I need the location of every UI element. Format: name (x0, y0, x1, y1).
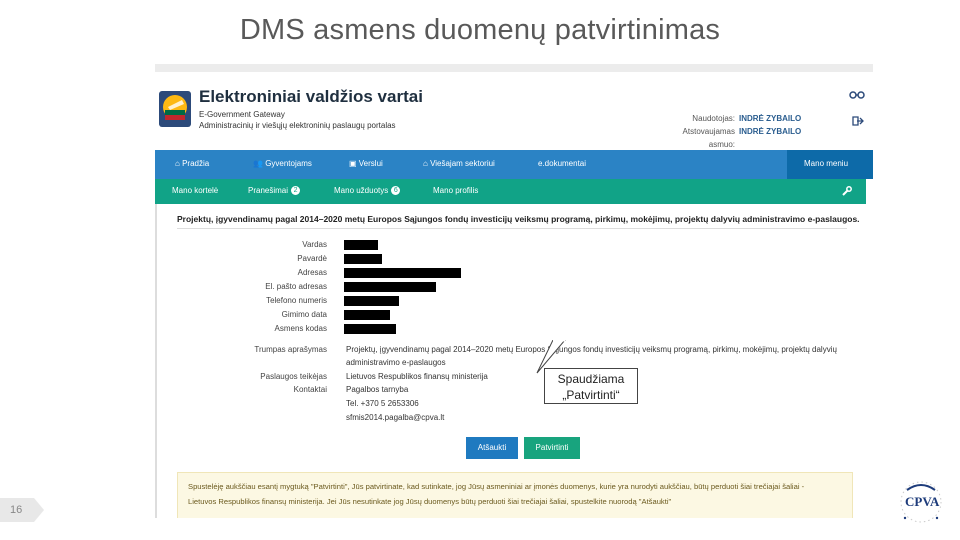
slide-title: DMS asmens duomenų patvirtinimas (239, 14, 721, 46)
redacted-value (344, 254, 382, 264)
briefcase-icon: ▣ (349, 159, 359, 168)
portal-header: Elektroniniai valdžios vartai E-Governme… (155, 72, 873, 150)
portal-screenshot: Elektroniniai valdžios vartai E-Governme… (155, 64, 873, 518)
redacted-value (344, 282, 436, 292)
redacted-value (344, 268, 461, 278)
contact-line-3[interactable]: sfmis2014.pagalba@cpva.lt (346, 413, 444, 422)
consent-notice: Spustelėję aukščiau esantį mygtuką "Patv… (177, 472, 853, 518)
notification-badge: 2 (291, 186, 301, 196)
portal-subtitle-lt: Administracinių ir viešųjų elektroninių … (199, 121, 396, 130)
contact-line-2: Tel. +370 5 2653306 (346, 399, 419, 408)
user-value[interactable]: INDRĖ ZYBAILO (739, 112, 801, 125)
cancel-button[interactable]: Atšaukti (466, 437, 518, 459)
scope-label: Trumpas aprašymas (254, 345, 327, 354)
user-labels: Naudotojas: Atstovaujamas asmuo: (675, 112, 735, 151)
logout-icon[interactable] (852, 116, 864, 126)
nav-pradzia[interactable]: ⌂ Pradžia (175, 159, 209, 168)
wrench-icon[interactable] (841, 186, 852, 197)
glasses-icon[interactable] (849, 90, 865, 100)
user-label: Naudotojas: (692, 114, 735, 123)
subnav-mano-uzduotys[interactable]: Mano užduotys 6 (334, 186, 401, 196)
contacts-label: Kontaktai (293, 385, 327, 394)
cpva-logo: CPVA (895, 478, 947, 528)
provider-label: Paslaugos teikėjas (260, 372, 327, 381)
nav-verslui[interactable]: ▣ Verslui (349, 159, 383, 168)
notice-line-1: Spustelėję aukščiau esantį mygtuką "Patv… (188, 482, 805, 491)
field-label-pavarde: Pavardė (297, 254, 327, 263)
nav-gyventojams[interactable]: 👥 Gyventojams (253, 159, 312, 168)
redacted-value (344, 310, 390, 320)
top-strip (155, 64, 873, 72)
scope-line-2: administravimo e-paslaugos (346, 358, 446, 367)
contact-line-1: Pagalbos tarnyba (346, 385, 409, 394)
redacted-value (344, 324, 396, 334)
nav-viesajam-sektoriui[interactable]: ⌂ Viešajam sektoriui (423, 159, 495, 168)
callout-line-2: „Patvirtinti“ (562, 388, 620, 402)
home-icon: ⌂ (175, 159, 183, 168)
field-label-personal-code: Asmens kodas (274, 324, 327, 333)
subnav-pranesimai[interactable]: Pranešimai 2 (248, 186, 301, 196)
portal-brand[interactable]: Elektroniniai valdžios vartai (199, 87, 423, 107)
redacted-value (344, 296, 399, 306)
represented-label: Atstovaujamas asmuo: (682, 127, 735, 149)
page-number: 16 (10, 504, 23, 516)
nav-mano-meniu[interactable]: Mano meniu (804, 159, 848, 168)
user-values: INDRĖ ZYBAILO INDRĖ ZYBAILO (739, 112, 801, 138)
field-label-phone: Telefono numeris (266, 296, 327, 305)
subnav-mano-profilis[interactable]: Mano profilis (433, 186, 478, 195)
provider-value: Lietuvos Respublikos finansų ministerija (346, 372, 488, 381)
page-number-tab: 16 (0, 498, 44, 522)
represented-value[interactable]: INDRĖ ZYBAILO (739, 125, 801, 138)
tasks-badge: 6 (391, 186, 401, 196)
people-icon: 👥 (253, 159, 266, 168)
sub-nav: Mano kortelė Pranešimai 2 Mano užduotys 6 … (155, 179, 866, 204)
portal-subtitle-en: E-Government Gateway (199, 110, 285, 119)
field-label-email: El. pašto adresas (265, 282, 327, 291)
main-nav: ⌂ Pradžia 👥 Gyventojams ▣ Verslui ⌂ Vieš… (155, 150, 873, 179)
field-label-vardas: Vardas (302, 240, 327, 249)
building-icon: ⌂ (423, 159, 431, 168)
subnav-mano-kortele[interactable]: Mano kortelė (172, 186, 218, 195)
callout-pointer (536, 340, 566, 374)
nav-e-dokumentai[interactable]: e.dokumentai (538, 159, 586, 168)
confirm-button[interactable]: Patvirtinti (524, 437, 580, 459)
consent-panel: Projektų, įgyvendinamų pagal 2014–2020 m… (155, 204, 868, 518)
panel-title: Projektų, įgyvendinamų pagal 2014–2020 m… (177, 214, 860, 224)
cpva-logo-text: CPVA (905, 494, 940, 509)
divider (177, 228, 847, 229)
redacted-value (344, 240, 378, 250)
field-label-adresas: Adresas (297, 268, 327, 277)
field-label-birthdate: Gimimo data (281, 310, 327, 319)
notice-line-2: Lietuvos Respublikos finansų ministerija… (188, 497, 672, 506)
emblem-icon (159, 91, 191, 127)
